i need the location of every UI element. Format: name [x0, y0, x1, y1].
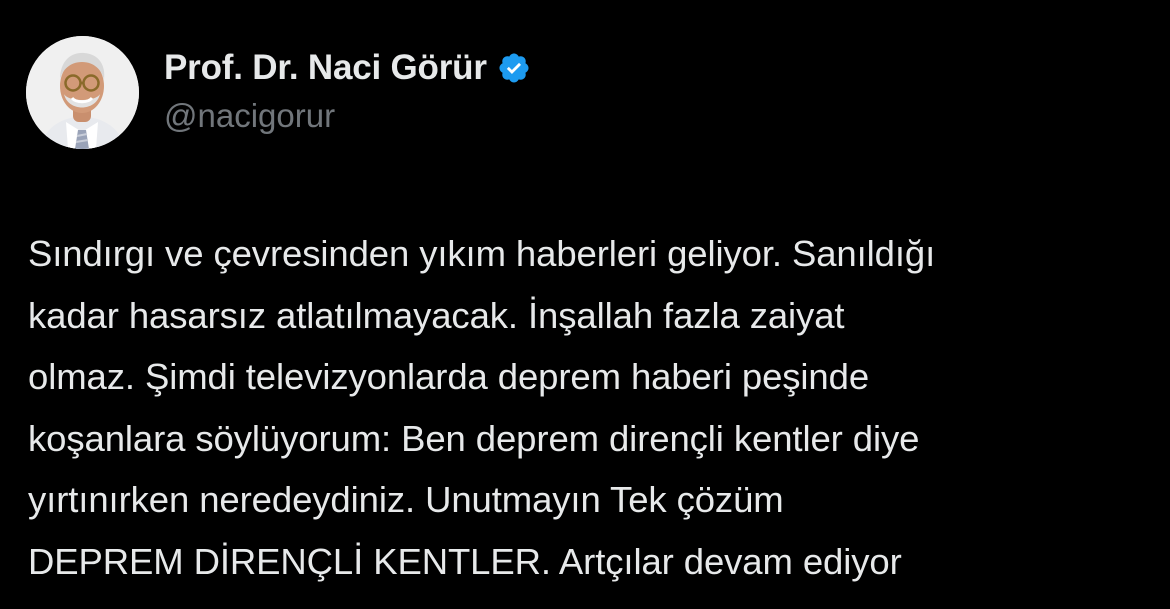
user-info: Prof. Dr. Naci Görür @nacigorur [164, 43, 531, 135]
tweet-text-line: yırtınırken neredeydiniz. Unutmayın Tek … [28, 479, 784, 520]
avatar[interactable] [26, 36, 139, 149]
user-handle[interactable]: @nacigorur [164, 97, 531, 135]
tweet-header: Prof. Dr. Naci Görür @nacigorur [26, 36, 531, 149]
tweet-text-line: kadar hasarsız atlatılmayacak. İnşallah … [28, 294, 845, 336]
tweet-text-line: Sındırgı ve çevresinden yıkım haberleri … [28, 233, 936, 274]
tweet-text-line: olmaz. Şimdi televizyonlarda deprem habe… [28, 356, 870, 397]
tweet-text-line: koşanlara söylüyorum: Ben deprem dirençl… [28, 417, 920, 459]
name-row: Prof. Dr. Naci Görür [164, 43, 531, 93]
display-name[interactable]: Prof. Dr. Naci Görür [164, 48, 487, 88]
tweet-card: Prof. Dr. Naci Görür @nacigorur Sındırgı… [0, 0, 1170, 609]
tweet-text-line: DEPREM DİRENÇLİ KENTLER. Artçılar devam … [28, 540, 902, 582]
avatar-photo-icon [26, 36, 139, 149]
tweet-text: Sındırgı ve çevresinden yıkım haberleri … [28, 223, 1153, 592]
verified-badge-icon [499, 52, 529, 83]
